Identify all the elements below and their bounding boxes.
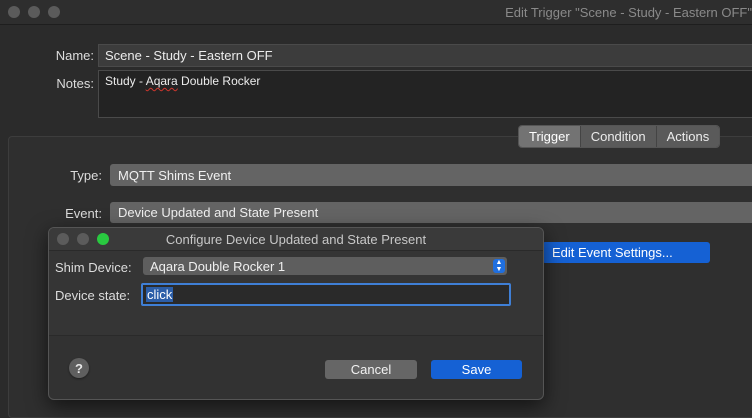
cancel-button[interactable]: Cancel [325,360,417,379]
dialog-title: Configure Device Updated and State Prese… [165,232,427,247]
tab-trigger[interactable]: Trigger [519,126,580,147]
close-window-button[interactable] [8,6,20,18]
name-field[interactable]: Scene - Study - Eastern OFF [98,44,752,67]
tab-condition[interactable]: Condition [579,126,656,147]
save-button[interactable]: Save [431,360,522,379]
tab-actions[interactable]: Actions [655,126,720,147]
type-label: Type: [70,168,102,183]
tab-bar: Trigger Condition Actions [518,125,721,148]
notes-text-misspelled: Aqara [145,74,178,88]
notes-field[interactable]: Study - Aqara Double Rocker [98,70,752,118]
dialog-title-bar: Configure Device Updated and State Prese… [49,228,543,251]
help-icon[interactable]: ? [69,358,89,378]
window-title: Edit Trigger "Scene - Study - Eastern OF… [505,5,752,20]
main-title-bar: Edit Trigger "Scene - Study - Eastern OF… [0,0,752,25]
shim-device-select[interactable]: Aqara Double Rocker 1 ▲ ▼ [143,257,507,275]
device-state-label: Device state: [55,288,131,303]
shim-device-label: Shim Device: [55,260,132,275]
minimize-window-button[interactable] [28,6,40,18]
notes-text-prefix: Study - [105,74,146,88]
type-popup[interactable]: MQTT Shims Event [110,164,752,186]
configure-dialog: Configure Device Updated and State Prese… [48,227,544,400]
zoom-window-button[interactable] [48,6,60,18]
name-label: Name: [55,48,94,63]
device-state-input[interactable]: click [141,283,511,306]
stepper-arrows-icon: ▲ ▼ [493,259,505,273]
edit-event-settings-button[interactable]: Edit Event Settings... [542,242,710,263]
event-label: Event: [65,206,102,221]
shim-device-value: Aqara Double Rocker 1 [150,258,286,274]
notes-label: Notes: [56,76,94,91]
notes-text-suffix: Double Rocker [177,74,261,88]
event-popup[interactable]: Device Updated and State Present [110,202,752,223]
device-state-value: click [146,287,174,302]
